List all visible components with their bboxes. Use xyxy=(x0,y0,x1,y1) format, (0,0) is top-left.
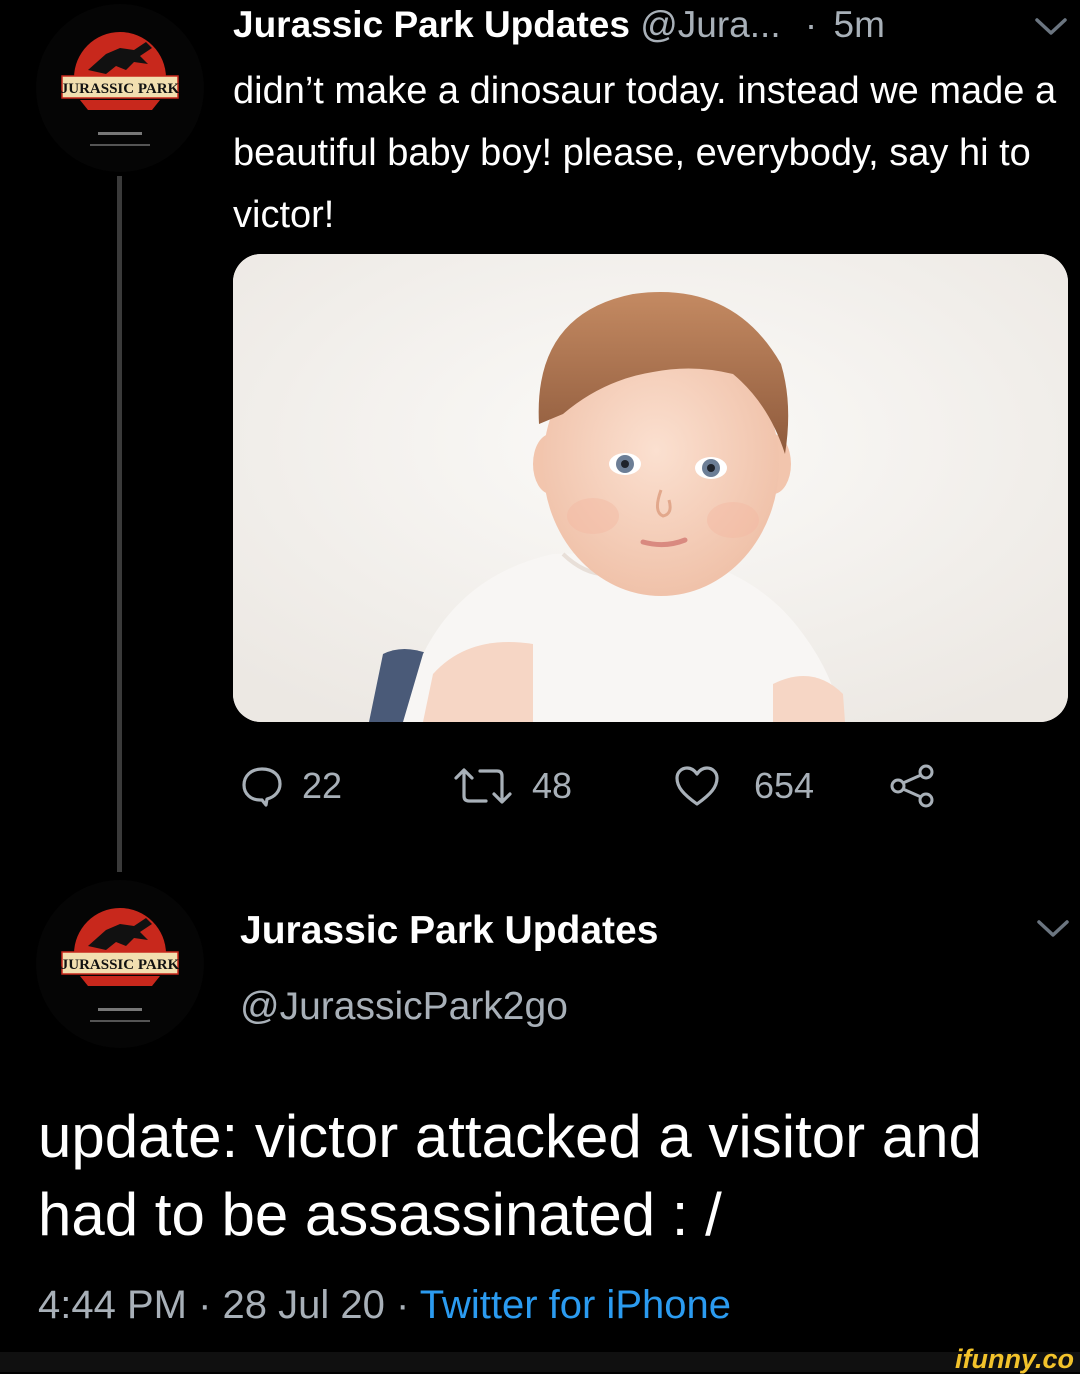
date: 28 Jul 20 xyxy=(222,1283,385,1327)
separator: · xyxy=(804,4,818,45)
svg-text:JURASSIC PARK: JURASSIC PARK xyxy=(61,957,180,973)
tweet-media[interactable] xyxy=(233,254,1068,722)
tweet-header: Jurassic Park Updates @Jura... · 5m xyxy=(233,0,885,50)
reply-icon xyxy=(242,767,282,807)
jurassic-park-logo: JURASSIC PARK xyxy=(36,4,204,172)
retweet-icon xyxy=(454,768,512,804)
avatar[interactable]: JURASSIC PARK xyxy=(36,4,204,172)
share-button[interactable] xyxy=(888,760,936,812)
handle[interactable]: @Jura... xyxy=(640,4,780,45)
tweet-meta: 4:44 PM · 28 Jul 20 · Twitter for iPhone xyxy=(38,1278,731,1332)
display-name[interactable]: Jurassic Park Updates xyxy=(233,4,630,45)
baby-photo xyxy=(233,254,1068,722)
watermark: ifunny.co xyxy=(955,1344,1074,1374)
separator: · xyxy=(396,1283,410,1327)
reply-count: 22 xyxy=(302,765,343,806)
retweet-count: 48 xyxy=(532,765,573,806)
chevron-down-icon[interactable] xyxy=(1036,918,1070,940)
display-name[interactable]: Jurassic Park Updates xyxy=(240,904,658,958)
reply-button[interactable]: 22 xyxy=(240,760,342,812)
like-count: 654 xyxy=(754,765,815,806)
tweet-text: didn’t make a dinosaur today. instead we… xyxy=(233,70,1057,236)
handle[interactable]: @JurassicPark2go xyxy=(240,980,568,1034)
jurassic-park-logo: JURASSIC PARK xyxy=(36,880,204,1048)
like-icon xyxy=(675,766,719,806)
footer-bar xyxy=(0,1352,1080,1372)
chevron-down-icon[interactable] xyxy=(1034,16,1068,38)
timestamp: 4:44 PM xyxy=(38,1283,187,1327)
svg-text:JURASSIC PARK: JURASSIC PARK xyxy=(61,81,180,97)
timestamp[interactable]: 5m xyxy=(834,4,885,45)
tweet-text: update: victor attacked a visitor and ha… xyxy=(38,1103,982,1248)
like-button[interactable]: 654 xyxy=(674,760,814,812)
avatar[interactable]: JURASSIC PARK xyxy=(36,880,204,1048)
separator: · xyxy=(198,1283,212,1327)
thread-line xyxy=(117,176,122,872)
source-link[interactable]: Twitter for iPhone xyxy=(420,1283,731,1327)
retweet-button[interactable]: 48 xyxy=(452,760,572,812)
share-icon xyxy=(890,764,934,808)
